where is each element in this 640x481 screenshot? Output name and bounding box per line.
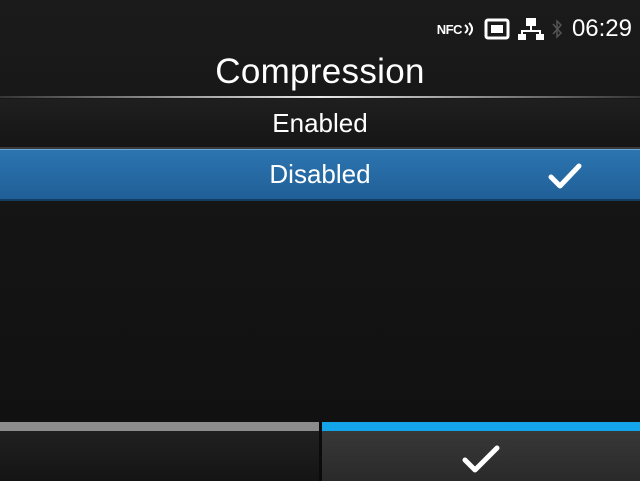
softkey-left-indicator <box>0 422 319 431</box>
option-enabled[interactable]: Enabled <box>0 99 640 149</box>
clock-time: 06:29 <box>571 15 632 42</box>
softkey-bar <box>0 422 640 481</box>
option-label: Disabled <box>269 159 371 189</box>
title-divider <box>0 96 640 98</box>
checkmark-icon <box>462 445 500 473</box>
printer-screen: NFC 06:29 Compression Enabled Disabled <box>0 0 640 481</box>
network-icon <box>517 18 544 40</box>
softkey-right-indicator <box>321 422 640 431</box>
option-disabled[interactable]: Disabled <box>0 149 640 201</box>
nfc-label: NFC <box>436 21 463 37</box>
option-list: Enabled Disabled <box>0 99 640 201</box>
bluetooth-icon <box>552 19 562 39</box>
nfc-icon: NFC <box>437 21 476 37</box>
checkmark-icon <box>548 163 582 189</box>
page-title: Compression <box>215 52 425 91</box>
softkey-left[interactable] <box>0 422 322 481</box>
confirm-button[interactable] <box>321 422 640 481</box>
sd-card-icon <box>484 18 510 40</box>
status-bar: NFC 06:29 <box>0 0 640 46</box>
status-icons: NFC 06:29 <box>437 14 632 44</box>
nfc-wave-icon <box>464 22 473 36</box>
option-label: Enabled <box>272 107 368 138</box>
